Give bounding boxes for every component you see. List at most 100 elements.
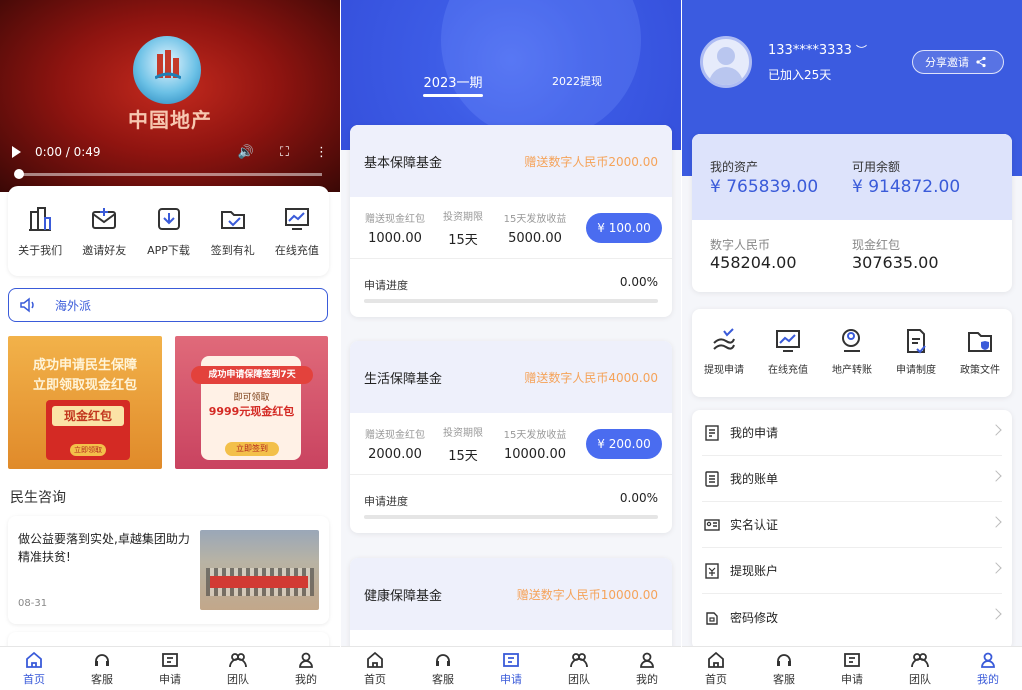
notice-bar[interactable]: 海外派: [8, 288, 328, 322]
tab-label: 申请: [500, 672, 522, 686]
transfer-icon: [842, 329, 860, 352]
tab-service[interactable]: 客服: [409, 647, 477, 690]
tab-apply[interactable]: 申请: [477, 647, 545, 690]
fund-label: 投资期限: [443, 211, 483, 223]
headset-icon: [777, 653, 791, 666]
fund-cash: 1000.00: [368, 230, 422, 246]
tab-mine[interactable]: 我的: [954, 647, 1022, 690]
fund-label: 15天发放收益: [503, 213, 567, 225]
chevron-right-icon: [990, 516, 1002, 528]
menu-policy[interactable]: 申请制度: [884, 309, 948, 397]
video-progress-bar[interactable]: [14, 169, 322, 179]
banner-button[interactable]: 立即领取: [70, 444, 106, 456]
menu-label: 申请制度: [896, 365, 936, 376]
play-icon[interactable]: [12, 146, 21, 158]
quick-checkin[interactable]: 签到有礼: [201, 186, 265, 276]
tab-apply[interactable]: 申请: [818, 647, 886, 690]
menu-documents[interactable]: 政策文件: [948, 309, 1012, 397]
news-card[interactable]: 做公益要落到实处,卓越集团助力精准扶贫! 08-31: [8, 516, 329, 624]
list-label: 密码修改: [730, 610, 779, 625]
building-icon: [29, 207, 52, 231]
banner-cash-redpacket[interactable]: 成功申请民生保障 立即领取现金红包 现金红包 立即领取: [8, 336, 162, 469]
avatar[interactable]: [700, 36, 752, 88]
tab-home[interactable]: 首页: [341, 647, 409, 690]
apply-icon: [503, 652, 519, 667]
quick-recharge[interactable]: 在线充值: [265, 186, 329, 276]
tab-team[interactable]: 团队: [886, 647, 954, 690]
list-item-my-bill[interactable]: 我的账单: [702, 456, 1002, 502]
quick-download[interactable]: APP下载: [136, 186, 200, 276]
period-tabs: 2023一期 2022提现: [341, 72, 681, 102]
fund-cash: 2000.00: [368, 446, 422, 462]
fund-name: 健康保障基金: [364, 588, 443, 604]
more-icon[interactable]: ⋮: [315, 145, 328, 160]
fund-buy-button[interactable]: ¥ 200.00: [586, 428, 662, 459]
settings-list: 我的申请 我的账单 实名认证 提现账户 密码修改: [692, 410, 1012, 650]
bottom-tabbar: 首页 客服 申请 团队 我的: [682, 646, 1022, 690]
tab-2022-withdraw[interactable]: 2022提现: [547, 73, 607, 89]
headset-icon: [95, 653, 109, 666]
quick-about[interactable]: 关于我们: [8, 186, 72, 276]
user-phone: 133****3333 ︶: [768, 43, 868, 58]
menu-transfer[interactable]: 地产转账: [820, 309, 884, 397]
tab-home[interactable]: 首页: [0, 647, 68, 690]
tab-label: 团队: [568, 672, 590, 686]
volume-icon[interactable]: 🔊: [238, 145, 254, 160]
share-invite-button[interactable]: 分享邀请: [912, 50, 1004, 74]
menu-recharge[interactable]: 在线充值: [756, 309, 820, 397]
video-player[interactable]: 中国地产 0:00 / 0:49 🔊 ⛶ ⋮: [0, 0, 340, 192]
bill-icon: [705, 470, 719, 487]
eye-closed-icon[interactable]: ︶: [856, 44, 867, 57]
list-label: 我的账单: [730, 472, 779, 486]
tab-apply[interactable]: 申请: [136, 647, 204, 690]
chevron-right-icon: [990, 424, 1002, 436]
list-item-withdraw-account[interactable]: 提现账户: [702, 548, 1002, 594]
home-screen: 中国地产 0:00 / 0:49 🔊 ⛶ ⋮ 关于我们 邀请好友 APP下载 签…: [0, 0, 340, 690]
tab-team[interactable]: 团队: [204, 647, 272, 690]
quick-invite[interactable]: 邀请好友: [72, 186, 136, 276]
tab-service[interactable]: 客服: [68, 647, 136, 690]
video-progress-handle[interactable]: [14, 169, 24, 179]
progress-bar: [364, 515, 658, 519]
section-title: 民生咨询: [10, 490, 66, 506]
tab-mine[interactable]: 我的: [272, 647, 340, 690]
folder-shield-icon: [968, 332, 992, 352]
home-icon: [708, 651, 724, 668]
asset-card: 我的资产 ¥ 765839.00 可用余额 ¥ 914872.00 数字人民币 …: [692, 134, 1012, 292]
list-item-my-application[interactable]: 我的申请: [702, 410, 1002, 456]
list-item-change-password[interactable]: 密码修改: [702, 594, 1002, 640]
quick-label: 签到有礼: [210, 244, 255, 257]
tab-2023-period1[interactable]: 2023一期: [423, 72, 483, 91]
tab-team[interactable]: 团队: [545, 647, 613, 690]
user-icon: [640, 652, 654, 668]
news-title: 做公益要落到实处,卓越集团助力精准扶贫!: [18, 532, 190, 564]
tab-home[interactable]: 首页: [682, 647, 750, 690]
tab-service[interactable]: 客服: [750, 647, 818, 690]
tab-label: 团队: [227, 672, 249, 686]
list-item-real-name[interactable]: 实名认证: [702, 502, 1002, 548]
banner-checkin[interactable]: 成功申请保障签到7天 即可领取 9999元现金红包 立即签到: [175, 336, 328, 469]
progress-value: 0.00%: [619, 275, 658, 289]
menu-label: 在线充值: [768, 365, 808, 376]
progress-label: 申请进度: [364, 279, 408, 292]
balance-value: ¥ 914872.00: [852, 177, 961, 197]
menu-withdraw[interactable]: 提现申请: [692, 309, 756, 397]
chart-yen-icon: [284, 208, 309, 230]
tab-indicator: [423, 94, 483, 97]
quick-label: 邀请好友: [82, 244, 127, 257]
banner-button[interactable]: 立即签到: [225, 442, 279, 456]
building-logo-icon: [155, 50, 181, 80]
quick-actions: 关于我们 邀请好友 APP下载 签到有礼 在线充值: [8, 186, 329, 276]
my-assets-value: ¥ 765839.00: [710, 177, 819, 197]
menu-label: 地产转账: [832, 365, 872, 376]
tab-mine[interactable]: 我的: [613, 647, 681, 690]
fund-gift: 赠送数字人民币2000.00: [524, 154, 658, 169]
fullscreen-icon[interactable]: ⛶: [280, 145, 289, 160]
quick-label: 关于我们: [18, 244, 63, 257]
quick-label: 在线充值: [274, 244, 319, 257]
fund-gift: 赠送数字人民币10000.00: [516, 587, 658, 602]
fund-buy-button[interactable]: ¥ 100.00: [586, 212, 662, 243]
tab-label: 申请: [159, 672, 181, 686]
chevron-right-icon: [990, 470, 1002, 482]
apply-icon: [844, 652, 860, 667]
